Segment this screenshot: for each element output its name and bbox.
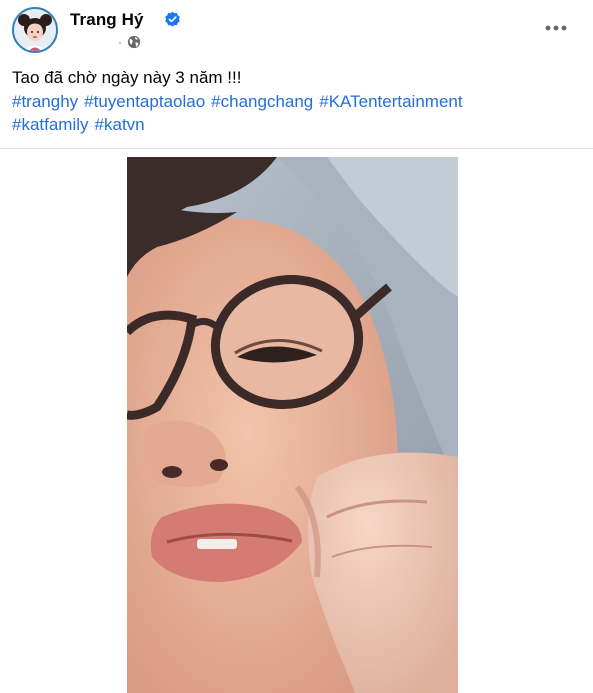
post-photo[interactable] — [127, 157, 458, 693]
hashtag-link[interactable]: #katvn — [95, 115, 145, 134]
hashtag-link[interactable]: #tranghy — [12, 92, 78, 111]
hashtag-row-1: #tranghy #tuyentaptaolao #changchang #KATen… — [12, 90, 582, 114]
post-media-area — [0, 149, 593, 693]
more-horizontal-icon — [545, 25, 567, 31]
verified-badge-icon — [165, 11, 180, 27]
post-meta: · — [118, 33, 141, 51]
author-name[interactable]: Trang Hý — [70, 10, 144, 30]
hashtag-row-2: #katfamily #katvn — [12, 113, 582, 137]
hashtag-link[interactable]: #katfamily — [12, 115, 89, 134]
facebook-post: Trang Hý · Tao đã chờ ngày này 3 năm !!! — [0, 0, 593, 693]
post-header: Trang Hý · — [0, 0, 593, 60]
hashtag-link[interactable]: #KATentertainment — [319, 92, 462, 111]
meta-separator: · — [118, 35, 122, 49]
post-caption: Tao đã chờ ngày này 3 năm !!! #tranghy #t… — [12, 66, 582, 137]
hashtag-link[interactable]: #changchang — [211, 92, 313, 111]
hashtag-link[interactable]: #tuyentaptaolao — [84, 92, 205, 111]
caption-text: Tao đã chờ ngày này 3 năm !!! — [12, 68, 242, 87]
author-avatar[interactable] — [12, 7, 58, 53]
more-options-button[interactable] — [541, 16, 571, 40]
globe-icon[interactable] — [127, 35, 141, 49]
